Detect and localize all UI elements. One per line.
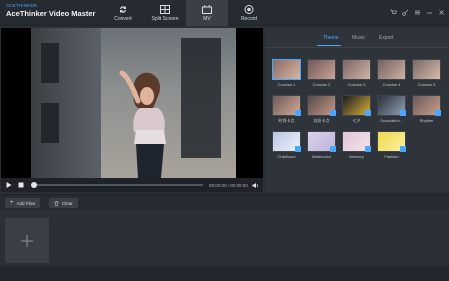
panel-tabs: Theme Music Export <box>266 28 449 48</box>
theme-preview-image <box>307 59 336 80</box>
plus-icon: + <box>10 200 14 206</box>
footer-strip <box>0 266 449 281</box>
nav-convert-label: Convert <box>114 15 132 22</box>
menu-icon[interactable] <box>414 3 421 15</box>
brand: ACETHINKER AceThinker Video Master <box>6 3 95 18</box>
theme-thumbnail[interactable]: Memory <box>342 131 371 160</box>
theme-thumbnail[interactable]: Watercolor <box>307 131 336 160</box>
tab-theme[interactable]: Theme <box>323 35 339 41</box>
theme-thumbnail[interactable]: 七夕 <box>342 95 371 124</box>
theme-label: Concise 1 <box>277 82 296 87</box>
theme-label: Rhythm <box>419 118 434 123</box>
app-title: AceThinker Video Master <box>6 9 96 18</box>
convert-icon <box>120 5 126 13</box>
nav-convert[interactable]: Convert <box>102 0 144 26</box>
theme-label: Fashion <box>384 154 399 159</box>
theme-label: Graduation... <box>379 118 404 123</box>
add-file-tile[interactable] <box>5 218 49 263</box>
brand-subtitle: ACETHINKER <box>6 3 38 8</box>
download-icon[interactable] <box>365 146 371 152</box>
theme-thumbnail[interactable]: Fashion <box>377 131 406 160</box>
playback-progress[interactable] <box>31 182 203 188</box>
play-icon[interactable] <box>5 181 13 189</box>
theme-label: Watercolor <box>311 154 332 159</box>
download-icon[interactable] <box>330 110 336 116</box>
app-window: ACETHINKER AceThinker Video Master Conve… <box>0 0 449 281</box>
clear-button[interactable]: Clear <box>49 198 78 208</box>
theme-thumbnail[interactable]: Concise 2 <box>307 59 336 88</box>
theme-thumbnail[interactable]: Childhood <box>272 131 301 160</box>
add-files-label: Add Files <box>16 200 36 206</box>
clear-label: Clear <box>62 200 73 206</box>
theme-label: Childhood <box>277 154 296 159</box>
theme-thumbnail[interactable]: Concise 5 <box>412 59 441 88</box>
playback-time: 00:00:00 / 00:00:00 <box>209 182 248 188</box>
theme-thumbnail[interactable]: Graduation... <box>377 95 406 124</box>
tab-music[interactable]: Music <box>352 35 365 41</box>
main-nav: Convert Split Screen MV Record <box>102 0 270 26</box>
download-icon[interactable] <box>330 146 336 152</box>
theme-preview-image <box>272 59 301 80</box>
theme-preview-image <box>412 59 441 80</box>
theme-preview-image <box>342 59 371 80</box>
add-files-button[interactable]: + Add Files <box>5 198 41 208</box>
top-bar: ACETHINKER AceThinker Video Master Conve… <box>0 0 449 26</box>
theme-label: 时尚卡点 <box>278 118 295 123</box>
add-icon <box>21 234 33 247</box>
download-icon[interactable] <box>295 110 301 116</box>
theme-thumbnail[interactable]: Rhythm <box>412 95 441 124</box>
theme-label: 七夕 <box>352 118 361 123</box>
nav-record-label: Record <box>240 15 258 22</box>
minimize-icon[interactable] <box>426 3 433 14</box>
record-icon <box>244 4 254 14</box>
download-icon[interactable] <box>400 110 406 116</box>
theme-label: Concise 4 <box>382 82 401 87</box>
player-controls: 00:00:00 / 00:00:00 <box>1 178 263 192</box>
theme-thumbnail[interactable]: 时尚卡点 <box>272 95 301 124</box>
theme-preview-image <box>377 59 406 80</box>
theme-thumbnail[interactable]: Concise 1 <box>272 59 301 88</box>
active-tab-indicator <box>317 45 341 46</box>
progress-handle[interactable] <box>31 182 37 188</box>
key-icon[interactable] <box>402 3 409 16</box>
mv-icon <box>202 4 212 14</box>
theme-thumbnail[interactable]: 炫彩卡点 <box>307 95 336 124</box>
nav-split-screen-label: Split Screen <box>151 15 179 22</box>
theme-label: 炫彩卡点 <box>313 118 330 123</box>
window-controls <box>390 3 445 16</box>
bottom-toolbar: + Add Files Clear <box>0 194 449 210</box>
download-icon[interactable] <box>435 110 441 116</box>
download-icon[interactable] <box>400 146 406 152</box>
nav-split-screen[interactable]: Split Screen <box>144 0 186 26</box>
mv-panel: Theme Music Export Concise 1 Concise 2 Con… <box>266 28 449 192</box>
preview-frame <box>31 28 236 178</box>
download-icon[interactable] <box>295 146 301 152</box>
theme-label: Concise 3 <box>347 82 366 87</box>
nav-mv-label: MV <box>203 15 211 22</box>
preview-person <box>119 70 166 178</box>
theme-label: Concise 5 <box>417 82 436 87</box>
tab-export[interactable]: Export <box>379 35 393 41</box>
split-screen-icon <box>160 4 170 14</box>
cart-icon[interactable] <box>390 3 397 14</box>
stop-icon[interactable] <box>17 181 25 189</box>
nav-mv[interactable]: MV <box>186 0 228 26</box>
volume-icon[interactable] <box>252 182 259 189</box>
download-icon[interactable] <box>365 110 371 116</box>
theme-thumbnail[interactable]: Concise 3 <box>342 59 371 88</box>
video-preview <box>1 28 263 178</box>
theme-label: Memory <box>349 154 364 159</box>
theme-label: Concise 2 <box>312 82 331 87</box>
trash-icon <box>54 200 59 206</box>
close-icon[interactable] <box>438 3 445 15</box>
theme-thumbnail[interactable]: Concise 4 <box>377 59 406 88</box>
nav-record[interactable]: Record <box>228 0 270 26</box>
